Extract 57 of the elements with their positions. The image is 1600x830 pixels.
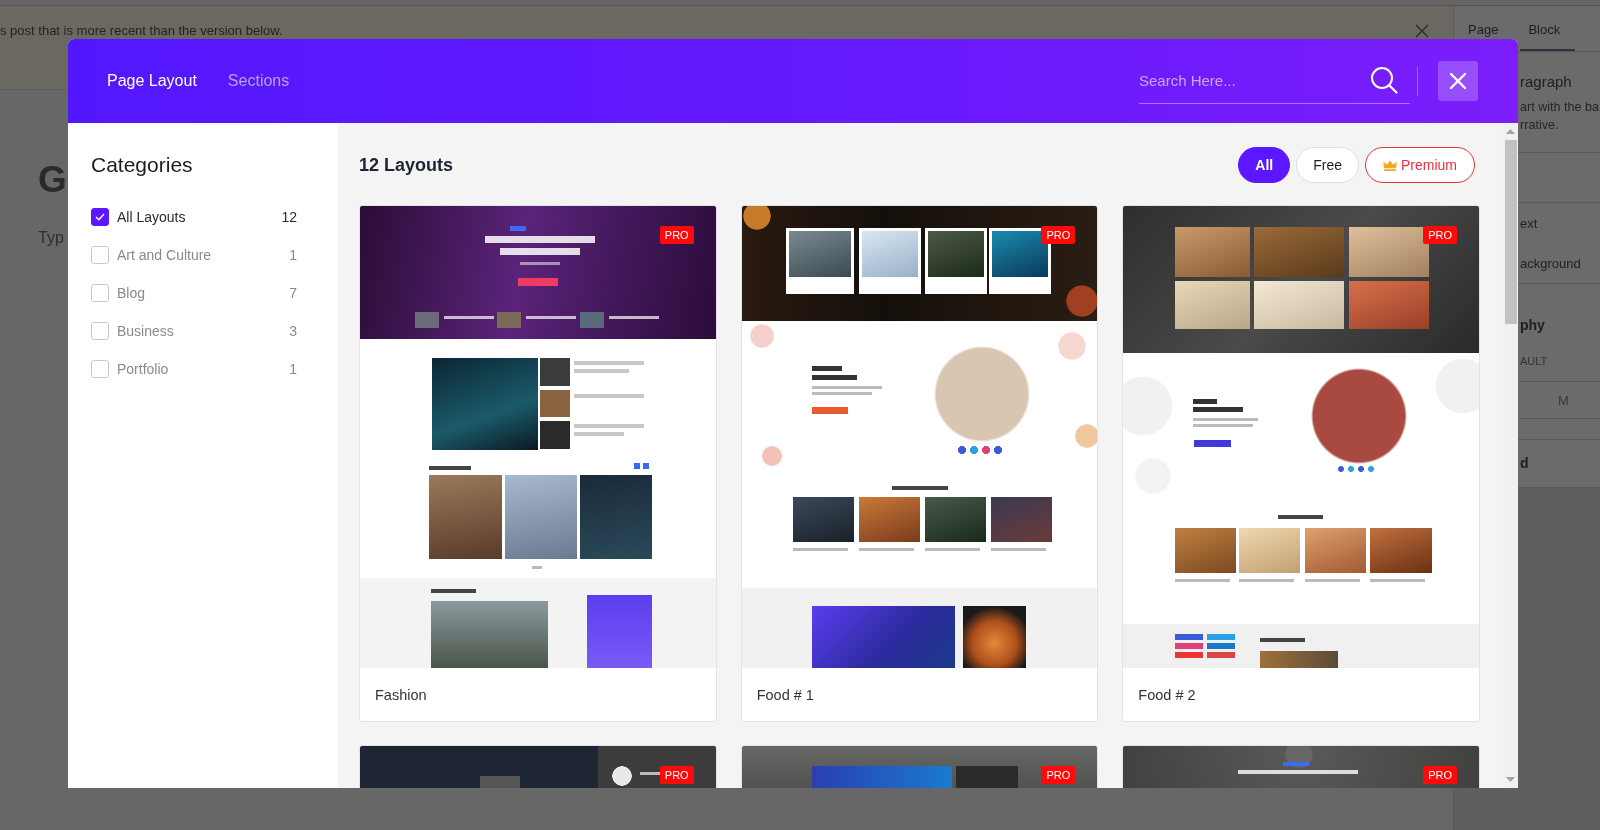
block-description: rrative.	[1520, 117, 1560, 134]
layout-card[interactable]: PRO Food # 1	[740, 205, 1099, 722]
layout-card[interactable]: PRO Food # 2	[1122, 205, 1480, 722]
categories-title: Categories	[91, 152, 194, 178]
pro-badge: PRO	[659, 766, 694, 784]
category-label[interactable]: Blog	[117, 285, 282, 301]
header-tab[interactable]: Page Layout	[107, 68, 197, 94]
category-count: 3	[289, 323, 297, 339]
pro-badge: PRO	[1041, 226, 1076, 244]
category-label[interactable]: Art and Culture	[117, 247, 282, 263]
scroll-up-icon[interactable]	[1506, 129, 1515, 134]
close-icon	[1449, 72, 1467, 90]
scrollbar-thumb[interactable]	[1504, 140, 1517, 324]
block-description: art with the ba	[1520, 99, 1600, 116]
block-input-field[interactable]: Typ	[38, 228, 67, 248]
category-label[interactable]: All Layouts	[117, 209, 274, 225]
color-option[interactable]: ext	[1520, 203, 1600, 243]
header-tab[interactable]: Sections	[227, 68, 290, 94]
sidebar-tab[interactable]: Block	[1520, 6, 1576, 51]
category-count: 1	[289, 361, 297, 377]
category-count: 12	[281, 209, 297, 225]
panel-title: phy	[1520, 316, 1546, 334]
category-label[interactable]: Portfolio	[117, 361, 282, 377]
close-icon[interactable]	[1415, 24, 1429, 38]
layout-title: Food # 1	[756, 686, 814, 703]
close-button[interactable]	[1438, 61, 1478, 101]
layout-card[interactable]: PRO	[1122, 745, 1480, 788]
scroll-down-icon[interactable]	[1506, 777, 1515, 782]
panel-title: d	[1520, 454, 1530, 472]
pro-badge: PRO	[659, 226, 694, 244]
pro-badge: PRO	[1423, 766, 1457, 784]
post-title: G	[38, 159, 67, 201]
layout-card[interactable]: PRO	[359, 745, 717, 788]
crown-icon	[1383, 159, 1397, 171]
notice-text: s post that is more recent than the version below.	[0, 24, 283, 38]
category-label[interactable]: Business	[117, 323, 282, 339]
layout-title: Fashion	[375, 686, 427, 703]
pro-badge: PRO	[1423, 226, 1457, 244]
layout-card[interactable]: PRO	[740, 745, 1099, 788]
layout-card[interactable]: PRO Fashion	[359, 205, 717, 722]
layouts-count-title: 12 Layouts	[359, 154, 454, 176]
layout-title: Food # 2	[1138, 686, 1196, 703]
filter-button[interactable]: All	[1238, 147, 1291, 183]
block-title: ragraph	[1520, 73, 1573, 91]
filter-button[interactable]: Premium	[1365, 147, 1475, 183]
color-option[interactable]: ackground	[1520, 243, 1600, 283]
pro-badge: PRO	[1041, 766, 1076, 784]
search-icon[interactable]	[1370, 66, 1398, 94]
font-size-label: AULT	[1520, 354, 1549, 368]
search-field[interactable]: Search Here...	[1139, 58, 1410, 104]
sidebar-tab[interactable]: Page	[1454, 6, 1521, 39]
category-count: 7	[289, 285, 297, 301]
checkmark-icon	[95, 213, 105, 221]
checkbox[interactable]	[91, 208, 109, 226]
scrollbar[interactable]	[1503, 123, 1518, 788]
filter-button[interactable]: Free	[1296, 147, 1359, 183]
category-count: 1	[289, 247, 297, 263]
